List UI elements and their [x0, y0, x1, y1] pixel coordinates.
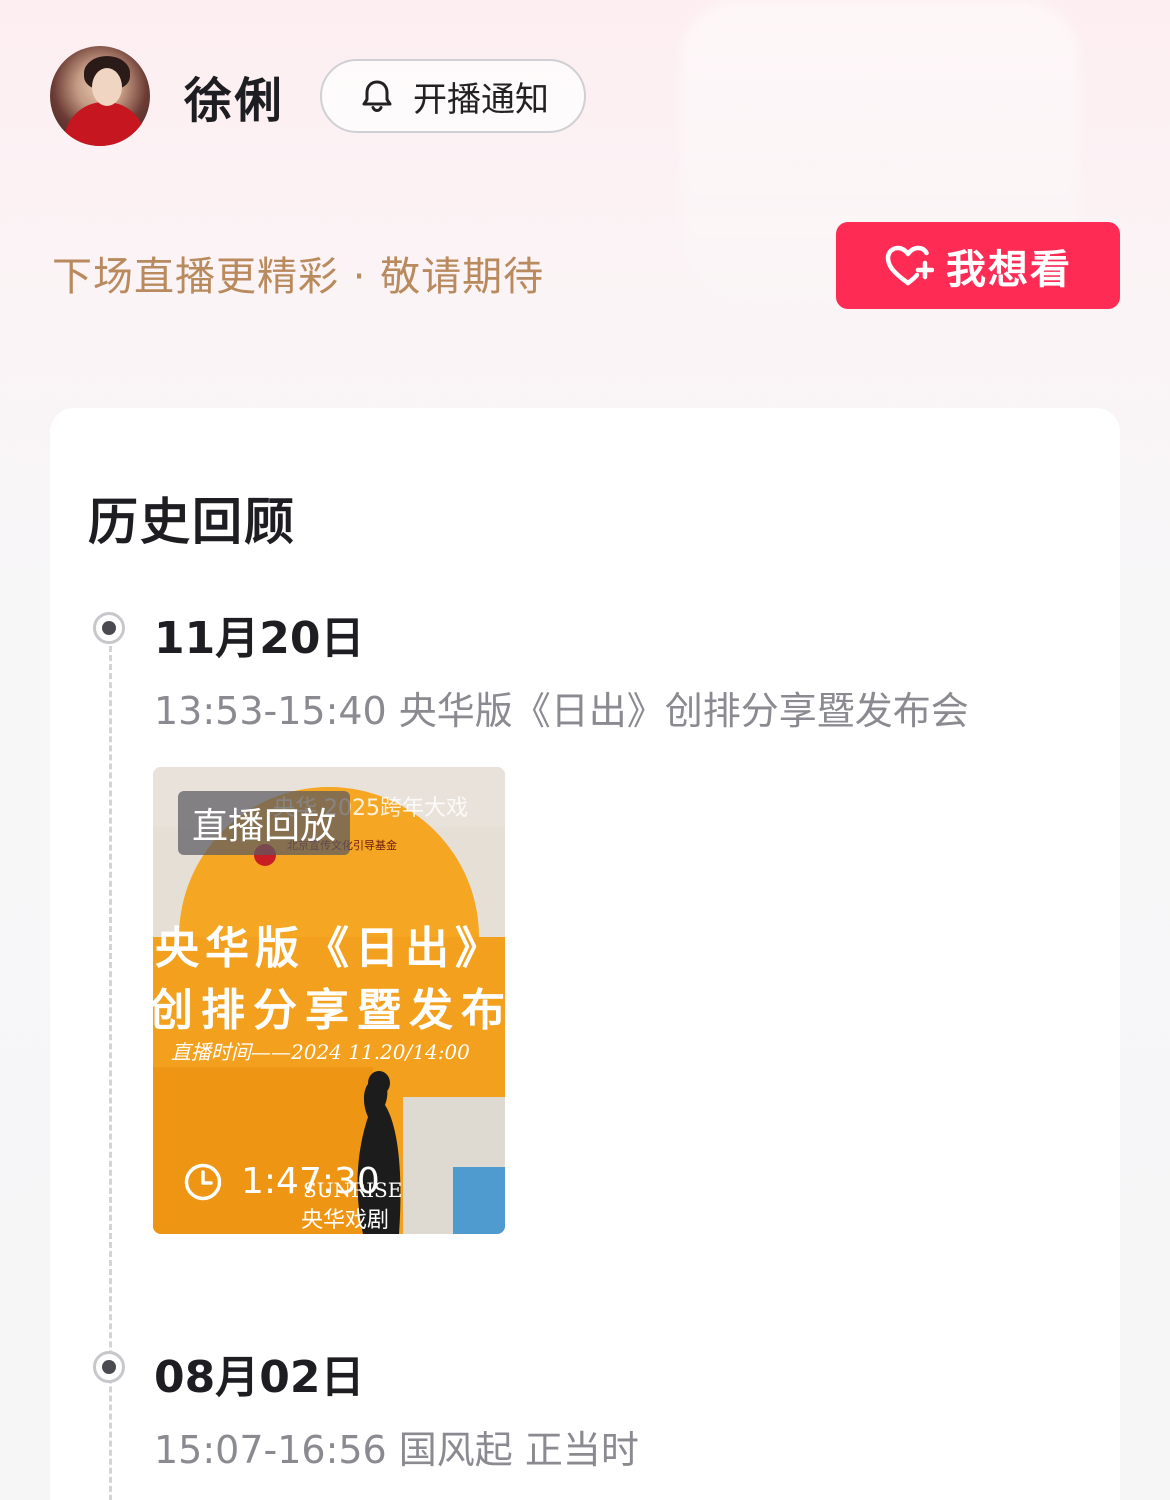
history-card: 历史回顾 11月20日 13:53-15:40 央华版《日出》创排分享暨发布会 …: [50, 408, 1120, 1500]
replay-badge: 直播回放: [178, 791, 351, 855]
bell-icon: [362, 80, 392, 113]
replay-duration: 1:47:30: [183, 1161, 380, 1202]
duration-text: 1:47:30: [241, 1161, 380, 1202]
live-notify-label: 开播通知: [413, 79, 550, 120]
profile-header: 徐俐 开播通知: [50, 46, 587, 146]
history-title: 历史回顾: [88, 493, 296, 551]
replay-thumbnail[interactable]: 北京宣传文化引导基金 央华 2025跨年大戏 央华版《日出》 创排分享暨发布 直…: [153, 767, 505, 1234]
heart-plus-icon: [885, 245, 934, 285]
entry-description[interactable]: 13:53-15:40 央华版《日出》创排分享暨发布会: [154, 680, 969, 735]
entry-date: 11月20日: [154, 613, 365, 664]
avatar[interactable]: [50, 46, 150, 146]
live-notify-button[interactable]: 开播通知: [320, 59, 587, 133]
poster-time-text: 直播时间——2024 11.20/14:00: [171, 1040, 470, 1064]
clock-icon: [184, 1163, 222, 1200]
entry-description[interactable]: 15:07-16:56 国风起 正当时: [154, 1419, 639, 1474]
timeline-dot: [93, 612, 125, 644]
timeline-dot: [93, 1351, 125, 1383]
want-to-watch-button[interactable]: 我想看: [836, 222, 1120, 309]
want-to-watch-label: 我想看: [946, 246, 1072, 293]
poster-title-line2: 创排分享暨发布: [153, 985, 505, 1036]
poster-brand: 央华戏剧: [301, 1208, 389, 1233]
next-live-tagline: 下场直播更精彩 · 敬请期待: [52, 254, 545, 300]
entry-date: 08月02日: [154, 1352, 365, 1403]
profile-name[interactable]: 徐俐: [184, 61, 284, 131]
poster-title-line1: 央华版《日出》: [155, 923, 505, 974]
